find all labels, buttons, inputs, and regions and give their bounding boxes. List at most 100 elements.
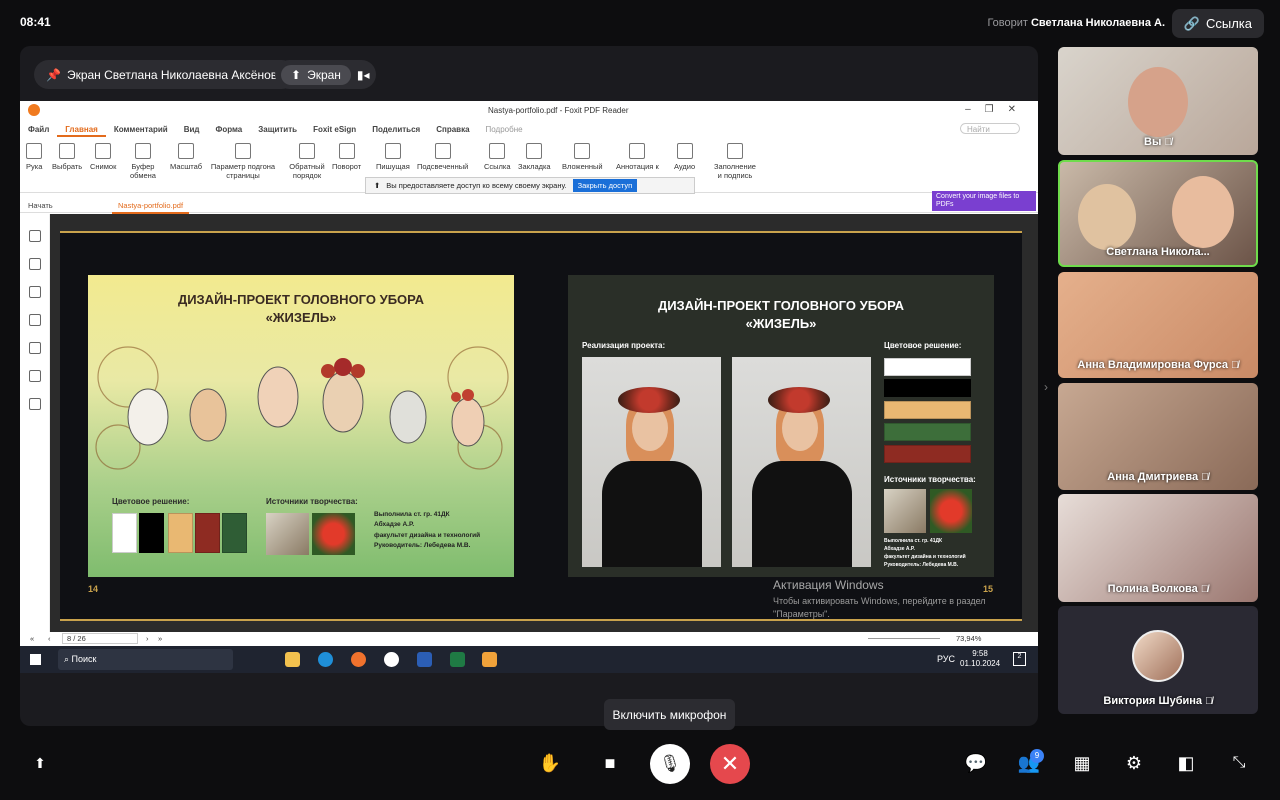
screen-share-pill[interactable]: 📌 Экран Светлана Николаевна Аксёнова <box>34 60 296 89</box>
menu-help[interactable]: Справка <box>428 121 477 137</box>
menu-form[interactable]: Форма <box>207 121 250 137</box>
camera-toggle-icon[interactable]: ■ <box>595 748 625 778</box>
tool-bookmark[interactable]: Закладка <box>518 143 551 171</box>
tool-link[interactable]: Ссылка <box>484 143 511 171</box>
swatch-black <box>884 379 971 397</box>
layers-panel-icon[interactable] <box>28 314 41 326</box>
bookmark-panel-icon[interactable] <box>28 230 41 242</box>
tool-audio[interactable]: Аудио <box>674 143 695 171</box>
first-page-button[interactable]: « <box>30 634 34 643</box>
foxit-taskbar-icon[interactable] <box>482 652 497 667</box>
menu-file[interactable]: Файл <box>20 121 57 137</box>
edge-icon[interactable] <box>318 652 333 667</box>
keyboard-language[interactable]: РУС <box>937 654 955 664</box>
tool-highlight[interactable]: Подсвеченный <box>417 143 468 171</box>
next-page-button[interactable]: › <box>146 634 149 643</box>
tool-rotate[interactable]: Поворот <box>332 143 361 171</box>
link-icon: 🔗 <box>1183 15 1200 31</box>
file-explorer-icon[interactable] <box>285 652 300 667</box>
firefox-icon[interactable] <box>351 652 366 667</box>
speaking-prefix: Говорит <box>987 17 1028 29</box>
tab-start[interactable]: Начать <box>28 201 53 210</box>
tool-zoom[interactable]: Масштаб <box>170 143 202 171</box>
participant-tile-volkova[interactable]: Полина Волкова 🎙̸ <box>1058 494 1258 602</box>
menu-comment[interactable]: Комментарий <box>106 121 176 137</box>
zoom-slider[interactable] <box>868 638 940 639</box>
tool-reverse[interactable]: Обратный порядок <box>286 143 328 181</box>
window-title: Nastya-portfolio.pdf - Foxit PDF Reader <box>488 106 629 115</box>
raise-hand-icon[interactable]: ✋ <box>535 748 565 778</box>
tool-annotation[interactable]: Аннотация к <box>616 143 659 171</box>
participant-name: Виктория Шубина 🎙̸ <box>1103 695 1213 707</box>
tool-select[interactable]: Выбрать <box>52 143 82 171</box>
attachments-panel-icon[interactable] <box>28 342 41 354</box>
window-controls[interactable]: –❐✕ <box>965 104 1030 115</box>
tool-fill-sign[interactable]: Заполнение и подпись <box>712 143 758 181</box>
promo-banner[interactable]: Convert your image files to PDFs <box>932 191 1036 211</box>
layout-icon[interactable]: ◧ <box>1171 748 1201 778</box>
menu-share[interactable]: Поделиться <box>364 121 428 137</box>
microphone-toggle-button[interactable]: 🎙 <box>650 744 690 784</box>
leave-call-button[interactable]: ✕ <box>710 744 750 784</box>
menu-home[interactable]: Главная <box>57 121 106 137</box>
menu-protect[interactable]: Защитить <box>250 121 305 137</box>
menu-more[interactable]: Подробне <box>478 121 531 137</box>
participant-tile-fursa[interactable]: Анна Владимировна Фурса 🎙̸ <box>1058 272 1258 378</box>
tool-clipboard[interactable]: Буфер обмена <box>126 143 160 181</box>
signature-panel-icon[interactable] <box>28 398 41 410</box>
active-speaker: Говорит Светлана Николаевна А. <box>987 17 1165 29</box>
participant-name: Анна Дмитриева 🎙̸ <box>1107 471 1209 483</box>
tool-fit-page[interactable]: Параметр подгона страницы <box>210 143 276 181</box>
tool-hand[interactable]: Рука <box>26 143 42 171</box>
settings-gear-icon[interactable]: ⚙ <box>1119 748 1149 778</box>
notifications-icon[interactable]: 2 <box>1013 652 1026 666</box>
participant-tile-self[interactable]: Вы 🎙̸ <box>1058 47 1258 155</box>
participant-tile-speaker[interactable]: Светлана Никола... <box>1058 160 1258 267</box>
participant-tile-dmitrieva[interactable]: Анна Дмитриева 🎙̸ <box>1058 383 1258 490</box>
search-input[interactable]: Найти <box>960 123 1020 134</box>
menu-view[interactable]: Вид <box>176 121 208 137</box>
camera-icon[interactable]: ▮◂ <box>357 68 370 82</box>
grid-view-icon[interactable]: ▦ <box>1067 748 1097 778</box>
collapse-sidebar-icon[interactable]: › <box>1044 380 1048 394</box>
sources-label: Источники творчества: <box>266 497 358 506</box>
tool-attachment[interactable]: Вложенный <box>562 143 603 171</box>
word-icon[interactable] <box>417 652 432 667</box>
windows-start-icon[interactable] <box>30 654 41 665</box>
yandex-icon[interactable] <box>384 652 399 667</box>
comments-panel-icon[interactable] <box>28 286 41 298</box>
slide-subtitle: «ЖИЗЕЛЬ» <box>265 310 337 326</box>
chat-icon[interactable]: 💬 <box>961 748 991 778</box>
swatch-sand <box>168 513 193 553</box>
security-panel-icon[interactable] <box>28 370 41 382</box>
mic-off-icon: 🎙̸ <box>1200 584 1209 595</box>
view-toggle[interactable]: ⬆ Экран ▮◂ <box>275 60 376 89</box>
close-access-button[interactable]: Закрыть доступ <box>572 179 638 192</box>
share-screen-icon[interactable]: ⬆ <box>25 748 55 778</box>
screen-toggle-button[interactable]: ⬆ Экран <box>281 64 351 85</box>
participant-name: Вы 🎙̸ <box>1144 136 1172 148</box>
participant-name: Полина Волкова 🎙̸ <box>1107 583 1209 595</box>
slide-14: ДИЗАЙН-ПРОЕКТ ГОЛОВНОГО УБОРА «ЖИЗЕЛЬ» Ц… <box>88 275 514 577</box>
tab-document[interactable]: Nastya-portfolio.pdf <box>112 199 190 214</box>
taskbar-clock[interactable]: 9:58 01.10.2024 <box>960 649 1000 670</box>
participant-tile-shubina[interactable]: Виктория Шубина 🎙̸ <box>1058 606 1258 714</box>
screen-icon: ⬆ <box>291 67 302 82</box>
menu-esign[interactable]: Foxit eSign <box>305 121 364 137</box>
taskbar-search[interactable]: ⌕ Поиск <box>58 649 233 670</box>
page-indicator[interactable]: 8 / 26 <box>62 633 138 644</box>
doc-tabs: Начать Nastya-portfolio.pdf <box>20 197 1038 214</box>
exit-fullscreen-icon[interactable]: ⤡ <box>1224 748 1254 778</box>
excel-icon[interactable] <box>450 652 465 667</box>
slide-subtitle: «ЖИЗЕЛЬ» <box>745 316 817 332</box>
prev-page-button[interactable]: ‹ <box>48 634 51 643</box>
last-page-button[interactable]: » <box>158 634 162 643</box>
realization-label: Реализация проекта: <box>582 341 666 350</box>
pages-panel-icon[interactable] <box>28 258 41 270</box>
tool-snapshot[interactable]: Снимок <box>90 143 116 171</box>
participant-video-2 <box>1172 176 1234 248</box>
zoom-level[interactable]: 73,94% <box>956 634 981 643</box>
tool-typewriter[interactable]: Пишущая <box>376 143 410 171</box>
copy-link-button[interactable]: 🔗 Ссылка <box>1171 9 1264 38</box>
credits: Выполнила ст. гр. 41ДК Абхадзе А.Р. факу… <box>884 538 966 568</box>
